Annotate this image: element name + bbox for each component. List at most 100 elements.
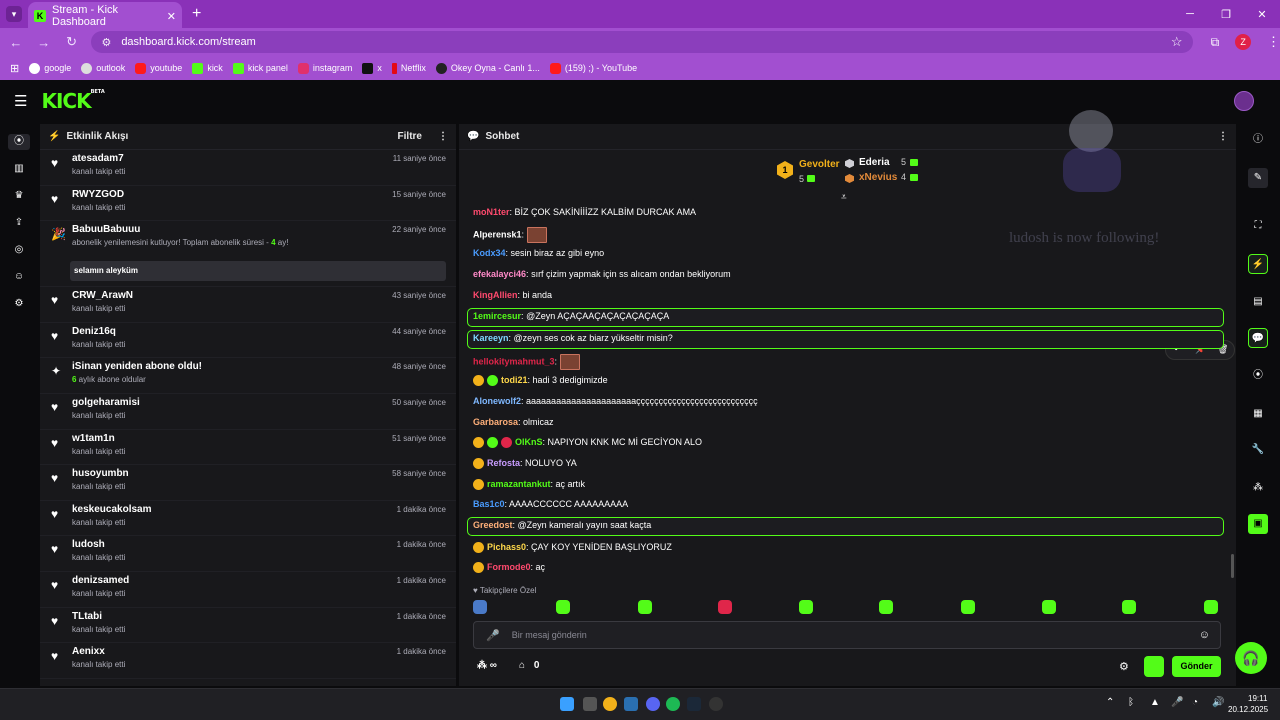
more-icon[interactable]: ⋮ [438, 131, 448, 142]
spotify-icon[interactable] [666, 697, 680, 711]
chat-message[interactable]: Bas1c0: AAAACCCCCC AAAAAAAAA [473, 499, 628, 509]
steam-icon[interactable] [624, 697, 638, 711]
bookmark-star-icon[interactable]: ☆ [1171, 34, 1183, 50]
app-icon[interactable]: ▣ [1248, 514, 1268, 534]
reload-icon[interactable]: ↻ [60, 34, 84, 50]
chat-scrollbar[interactable] [1231, 554, 1234, 578]
quick-emote-icon[interactable] [473, 600, 487, 614]
edit-icon[interactable]: ✎ [1248, 168, 1268, 188]
chat-message[interactable]: Pichass0: ÇAY KOY YENİDEN BAŞLIYORUZ [473, 542, 672, 554]
chat-username[interactable]: ramazantankut [487, 479, 551, 489]
tray-wifi-icon[interactable]: ◔ [1192, 697, 1198, 708]
quick-emote-icon[interactable] [718, 600, 732, 614]
kick-logo[interactable]: KICKBETA [41, 89, 104, 113]
chat-username[interactable]: todi21 [501, 375, 528, 385]
start-icon[interactable] [560, 697, 574, 711]
chat-message[interactable]: efekalayci46: sırf çizim yapmak için ss … [473, 269, 731, 279]
quick-emote-icon[interactable] [638, 600, 652, 614]
chat-message[interactable]: Kodx34: sesin biraz az gibi eyno [473, 248, 604, 258]
bookmark-instagram[interactable]: instagram [297, 62, 352, 74]
chat-username[interactable]: moN1ter [473, 207, 510, 217]
bookmark-outlook[interactable]: outlook [81, 62, 125, 74]
quick-emote-icon[interactable] [1204, 600, 1218, 614]
bookmark-netflix[interactable]: Netflix [391, 62, 426, 74]
chat-message[interactable]: hellokitymahmut_3: [473, 354, 580, 370]
tray-app-icon[interactable]: ▲ [1150, 697, 1160, 708]
restore-icon[interactable]: ❐ [1208, 8, 1244, 21]
expand-leaderboard-icon[interactable]: ⩡ [841, 192, 847, 203]
chat-message[interactable]: Kareeyn: @zeyn ses cok az biarz yükselti… [473, 333, 673, 343]
chat-username[interactable]: efekalayci46 [473, 269, 526, 279]
chat-username[interactable]: KingAllien [473, 290, 518, 300]
bookmark-okey[interactable]: Okey Oyna - Canlı 1... [435, 62, 540, 74]
stream-icon[interactable]: ⦿ [8, 134, 30, 150]
integrations-icon[interactable]: ⁂ [1248, 478, 1268, 498]
close-window-icon[interactable]: ✕ [1244, 8, 1280, 21]
chat-username[interactable]: Formode0 [487, 562, 531, 572]
info-icon[interactable]: ⓘ [1248, 130, 1268, 150]
discord-icon[interactable] [646, 697, 660, 711]
target-icon[interactable]: ◎ [11, 242, 27, 258]
chat-username[interactable]: Alperensk1 [473, 229, 522, 239]
chat-settings-icon[interactable]: ⚙ [1119, 660, 1129, 673]
layout-icon[interactable]: ▦ [1248, 404, 1268, 424]
bookmark-kick-panel[interactable]: kick panel [232, 62, 288, 74]
chat-message[interactable]: Formode0: aç [473, 562, 545, 574]
tab-search-icon[interactable]: ▾ [6, 6, 22, 22]
chat-username[interactable]: 1emircesur [473, 311, 521, 321]
chat-more-icon[interactable]: ⋮ [1218, 131, 1228, 142]
omnibox[interactable]: ⚙ dashboard.kick.com/stream ☆ [91, 31, 1193, 53]
upload-icon[interactable]: ⇪ [11, 215, 27, 231]
tray-bluetooth-icon[interactable]: ᛒ [1128, 697, 1134, 708]
quick-emote-icon[interactable] [879, 600, 893, 614]
analytics-icon[interactable]: ▥ [11, 161, 27, 177]
chat-message[interactable]: Garbarosa: olmicaz [473, 417, 554, 427]
chat-username[interactable]: Refosta [487, 458, 520, 468]
clock-time[interactable]: 19:11 [1248, 694, 1267, 703]
profile-avatar[interactable]: Z [1235, 34, 1252, 50]
quick-emote-icon[interactable] [961, 600, 975, 614]
quick-emote-icon[interactable] [1122, 600, 1136, 614]
chat-username[interactable]: Garbarosa [473, 417, 518, 427]
browser-tab[interactable]: K Stream - Kick Dashboard ✕ [28, 2, 182, 30]
emoji-icon[interactable]: ☺ [1199, 629, 1210, 641]
quick-emote-icon[interactable] [799, 600, 813, 614]
site-info-icon[interactable]: ⚙ [101, 36, 111, 49]
minimize-icon[interactable]: ─ [1172, 8, 1208, 21]
store-indicator[interactable]: ⌂ 0 [519, 660, 539, 671]
tray-up-icon[interactable]: ⌃ [1106, 697, 1114, 708]
trophy-icon[interactable]: ♛ [11, 188, 27, 204]
chat-username[interactable]: hellokitymahmut_3 [473, 356, 555, 366]
users-icon[interactable]: ☺ [11, 269, 27, 285]
chat-username[interactable]: Bas1c0 [473, 499, 505, 509]
support-button[interactable]: 🎧 [1235, 642, 1267, 674]
app-circle-icon[interactable] [709, 697, 723, 711]
mic-icon[interactable]: 🎤 [486, 629, 500, 642]
chat-message[interactable]: OlKnS: NAPIYON KNK MC Mİ GECİYON ALO [473, 437, 702, 449]
chat-username[interactable]: Greedost [473, 520, 513, 530]
forward-icon[interactable]: → [32, 35, 56, 50]
bookmark-google[interactable]: google [29, 62, 71, 74]
menu-icon[interactable]: ☰ [14, 92, 27, 110]
notes-icon[interactable]: ▤ [1248, 292, 1268, 312]
chat-message[interactable]: Refosta: NOLUYO YA [473, 458, 577, 470]
broadcast-icon[interactable]: ⦿ [1248, 366, 1268, 386]
chat-username[interactable]: Pichass0 [487, 542, 526, 552]
bookmark-youtube[interactable]: youtube [135, 62, 182, 74]
chat-message[interactable]: ramazantankut: aç artık [473, 479, 585, 491]
tray-mic-icon[interactable]: 🎤 [1171, 697, 1183, 708]
activity-toggle-icon[interactable]: ⚡ [1248, 254, 1268, 274]
close-tab-icon[interactable]: ✕ [167, 10, 176, 23]
extensions-icon[interactable]: ⧉ [1211, 35, 1220, 50]
chat-message[interactable]: moN1ter: BİZ ÇOK SAKİNİİİZZ KALBİM DURCA… [473, 207, 696, 217]
new-tab-button[interactable]: + [192, 5, 201, 23]
chat-username[interactable]: Alonewolf2 [473, 396, 521, 406]
chat-message[interactable]: 1emircesur: @Zeyn AÇAÇAAÇAÇAÇAÇAÇAÇA [473, 311, 669, 321]
chat-message[interactable]: Greedost: @Zeyn kameralı yayın saat kaçt… [473, 520, 651, 530]
quick-emote-icon[interactable] [1042, 600, 1056, 614]
chat-message[interactable]: Alonewolf2: aaaaaaaaaaaaaaaaaaaaaaçççççç… [473, 396, 758, 406]
kick-emote-button[interactable] [1144, 656, 1164, 677]
chat-message[interactable]: todi21: hadi 3 dedigimizde [473, 375, 608, 387]
chat-username[interactable]: Kareeyn [473, 333, 509, 343]
send-button[interactable]: Gönder [1172, 656, 1221, 677]
